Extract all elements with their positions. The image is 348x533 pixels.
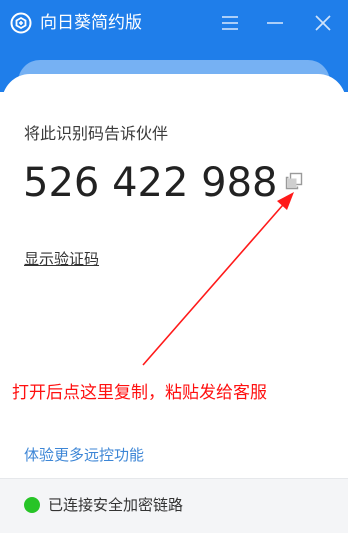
more-remote-features-link[interactable]: 体验更多远控功能 — [24, 445, 144, 465]
sunlogin-logo-icon — [10, 12, 32, 34]
annotation-text: 打开后点这里复制，粘贴发给客服 — [12, 383, 267, 403]
app-window: 向日葵简约版 将此识别码告诉伙伴 526 422 988 显示验证码 打开后点这… — [0, 0, 348, 533]
copy-icon[interactable] — [285, 172, 303, 190]
connection-status-text: 已连接安全加密链路 — [48, 496, 184, 514]
id-label: 将此识别码告诉伙伴 — [24, 124, 169, 143]
connection-status-icon — [24, 497, 40, 513]
close-icon[interactable] — [312, 12, 334, 34]
device-id-number: 526 422 988 — [23, 160, 278, 206]
status-bar: 已连接安全加密链路 — [0, 478, 348, 533]
show-verification-code-link[interactable]: 显示验证码 — [24, 249, 99, 269]
minimize-icon[interactable] — [264, 12, 286, 34]
menu-icon[interactable] — [219, 12, 241, 34]
app-title: 向日葵简约版 — [40, 13, 142, 33]
